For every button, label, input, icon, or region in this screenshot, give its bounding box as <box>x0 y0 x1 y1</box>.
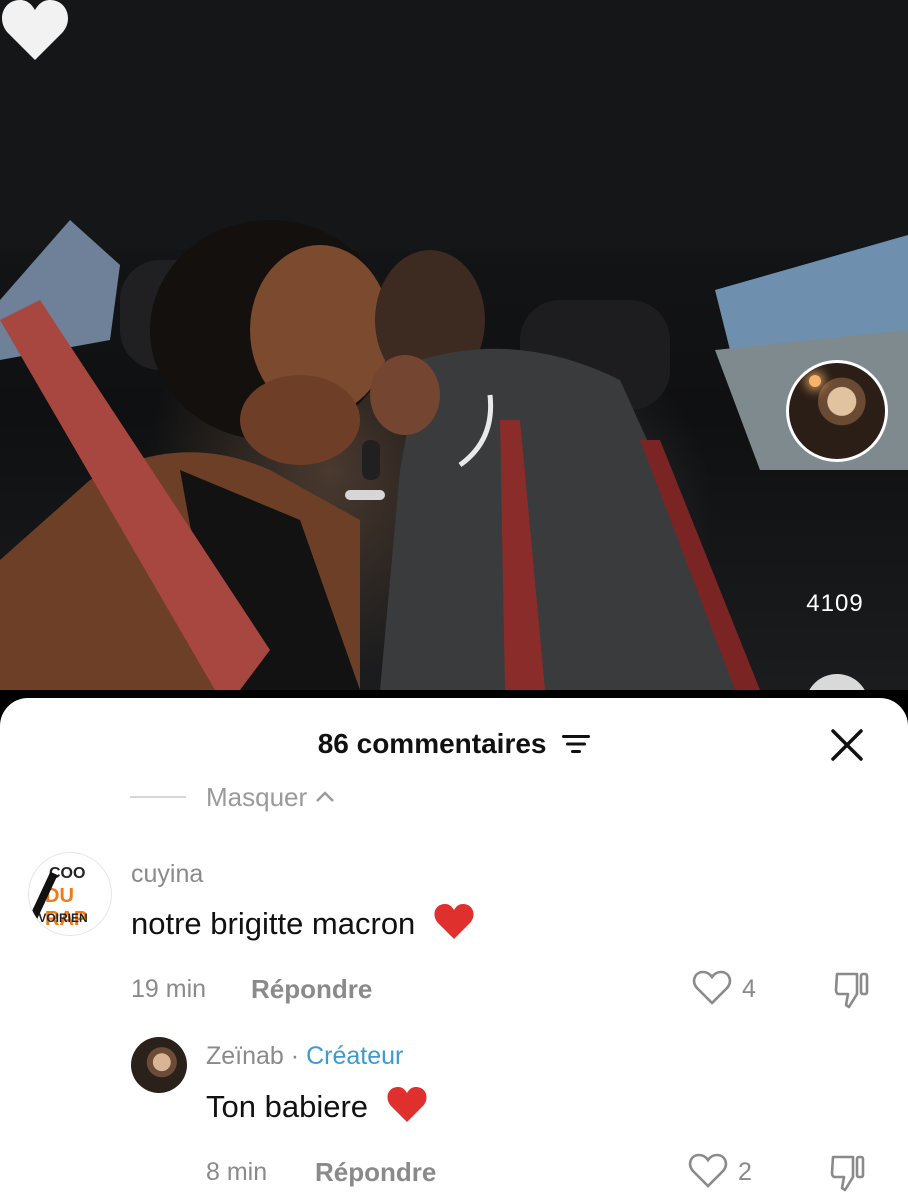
video-like-count: 4109 <box>806 590 864 617</box>
creator-reply-avatar[interactable] <box>131 1037 187 1093</box>
commenter-avatar[interactable]: COO DU RAP IVOIRIEN <box>28 852 112 936</box>
creator-badge: Créateur <box>306 1042 404 1070</box>
reply-like-count: 2 <box>738 1158 752 1186</box>
creator-avatar[interactable] <box>786 360 888 462</box>
video-player[interactable]: 4109 <box>0 0 908 690</box>
divider <box>130 796 186 798</box>
dislike-icon[interactable] <box>829 1153 867 1193</box>
avatar-light <box>809 375 821 387</box>
comment-username[interactable]: cuyina <box>131 860 203 889</box>
comments-count-title: 86 commentaires <box>317 728 547 759</box>
close-icon[interactable] <box>830 728 864 762</box>
reply-body: Ton babiere <box>206 1089 369 1124</box>
sort-icon[interactable] <box>562 733 591 755</box>
hide-label: Masquer <box>206 781 308 812</box>
reply-text: Ton babiere <box>206 1087 427 1125</box>
comments-header: 86 commentaires <box>0 728 908 760</box>
separator-dot: · <box>290 1042 300 1070</box>
reply-reply-button[interactable]: Répondre <box>315 1157 436 1188</box>
comment-body: notre brigitte macron <box>131 906 416 941</box>
dislike-icon[interactable] <box>833 970 871 1010</box>
reply-username-row: Zeïnab · Créateur <box>206 1042 403 1071</box>
comments-sheet: 86 commentaires Masquer <box>0 698 908 1200</box>
red-heart-emoji-icon <box>387 1087 427 1122</box>
heart-icon[interactable] <box>0 0 70 62</box>
reply-time: 8 min <box>206 1158 268 1186</box>
hide-replies-button[interactable]: Masquer <box>130 782 335 812</box>
comment-text: notre brigitte macron <box>131 904 474 942</box>
like-outline-icon[interactable] <box>688 1153 728 1189</box>
reply-button[interactable]: Répondre <box>251 974 372 1005</box>
video-frame <box>0 0 908 690</box>
chevron-up-icon <box>316 791 335 802</box>
comment-time: 19 min <box>131 975 207 1003</box>
like-outline-icon[interactable] <box>692 970 732 1006</box>
reply-username[interactable]: Zeïnab <box>206 1042 284 1070</box>
red-heart-emoji-icon <box>434 904 474 939</box>
comment-like-count: 4 <box>742 975 756 1003</box>
